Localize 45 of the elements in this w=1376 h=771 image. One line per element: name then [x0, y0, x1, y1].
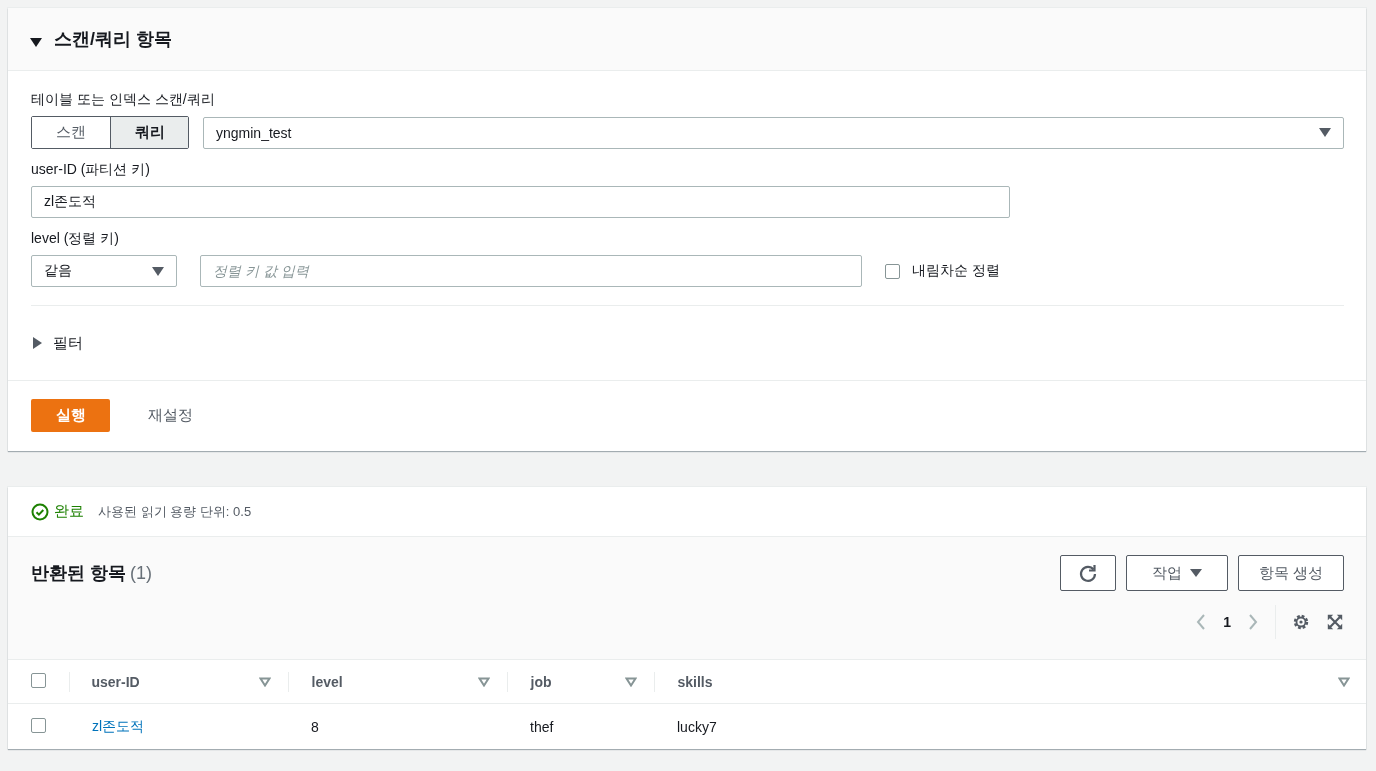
mode-toggle[interactable]: 쿼리: [110, 117, 188, 148]
table-cell: 8: [311, 718, 319, 735]
results-count: (1): [130, 563, 152, 583]
sort-icon[interactable]: [477, 676, 490, 687]
column-header[interactable]: skills: [677, 673, 713, 690]
table-cell: lucky7: [677, 718, 717, 735]
filter-toggle[interactable]: 필터: [53, 333, 83, 353]
checkbox-label: 내림차순 정렬: [912, 262, 1000, 280]
checkbox[interactable]: [31, 717, 46, 733]
column-header[interactable]: level: [311, 673, 343, 690]
sort-icon[interactable]: [1338, 676, 1350, 687]
column-header[interactable]: user-ID: [91, 673, 140, 690]
status-text: 완료: [54, 502, 84, 521]
check-circle-icon: [31, 502, 49, 521]
settings-icon[interactable]: [1292, 613, 1310, 631]
field-label: user-ID (파티션 키): [31, 161, 151, 179]
table-cell: thef: [530, 718, 554, 735]
refresh-button[interactable]: [1059, 555, 1116, 591]
results-title: 반환된 항목: [31, 563, 126, 583]
checkbox[interactable]: [885, 263, 900, 279]
partition-key-input[interactable]: zl존도적: [31, 186, 1010, 218]
page-number[interactable]: 1: [1223, 614, 1231, 630]
refresh-icon: [1077, 563, 1098, 583]
caret-icon[interactable]: [33, 337, 42, 349]
next-page-icon[interactable]: [1247, 612, 1259, 632]
item-link[interactable]: zl존도적: [92, 717, 145, 734]
status-detail: 사용된 읽기 용량 단위: 0.5: [98, 502, 252, 521]
section-title: 스캔/쿼리 항목: [54, 28, 172, 51]
create-item-button[interactable]: 항목 생성: [1237, 555, 1344, 591]
actions-button[interactable]: 작업: [1125, 555, 1228, 591]
sort-icon[interactable]: [258, 676, 271, 687]
checkbox[interactable]: [31, 672, 46, 688]
sort-key-input[interactable]: 정렬 키 값 입력: [200, 255, 862, 287]
reset-button[interactable]: 재설정: [132, 406, 209, 425]
operator-select[interactable]: 같음: [31, 255, 177, 287]
sort-icon[interactable]: [624, 676, 637, 687]
expand-icon[interactable]: [1326, 613, 1344, 631]
previous-page-icon[interactable]: [1195, 612, 1208, 632]
field-label: level (정렬 키): [31, 230, 120, 248]
field-label: 테이블 또는 인덱스 스캔/쿼리: [31, 91, 216, 109]
caret-icon[interactable]: [30, 37, 42, 47]
dropdown-icon: [152, 266, 164, 276]
column-header[interactable]: job: [530, 673, 552, 690]
dropdown-icon: [1319, 128, 1331, 137]
table-select[interactable]: yngmin_test: [203, 116, 1344, 149]
